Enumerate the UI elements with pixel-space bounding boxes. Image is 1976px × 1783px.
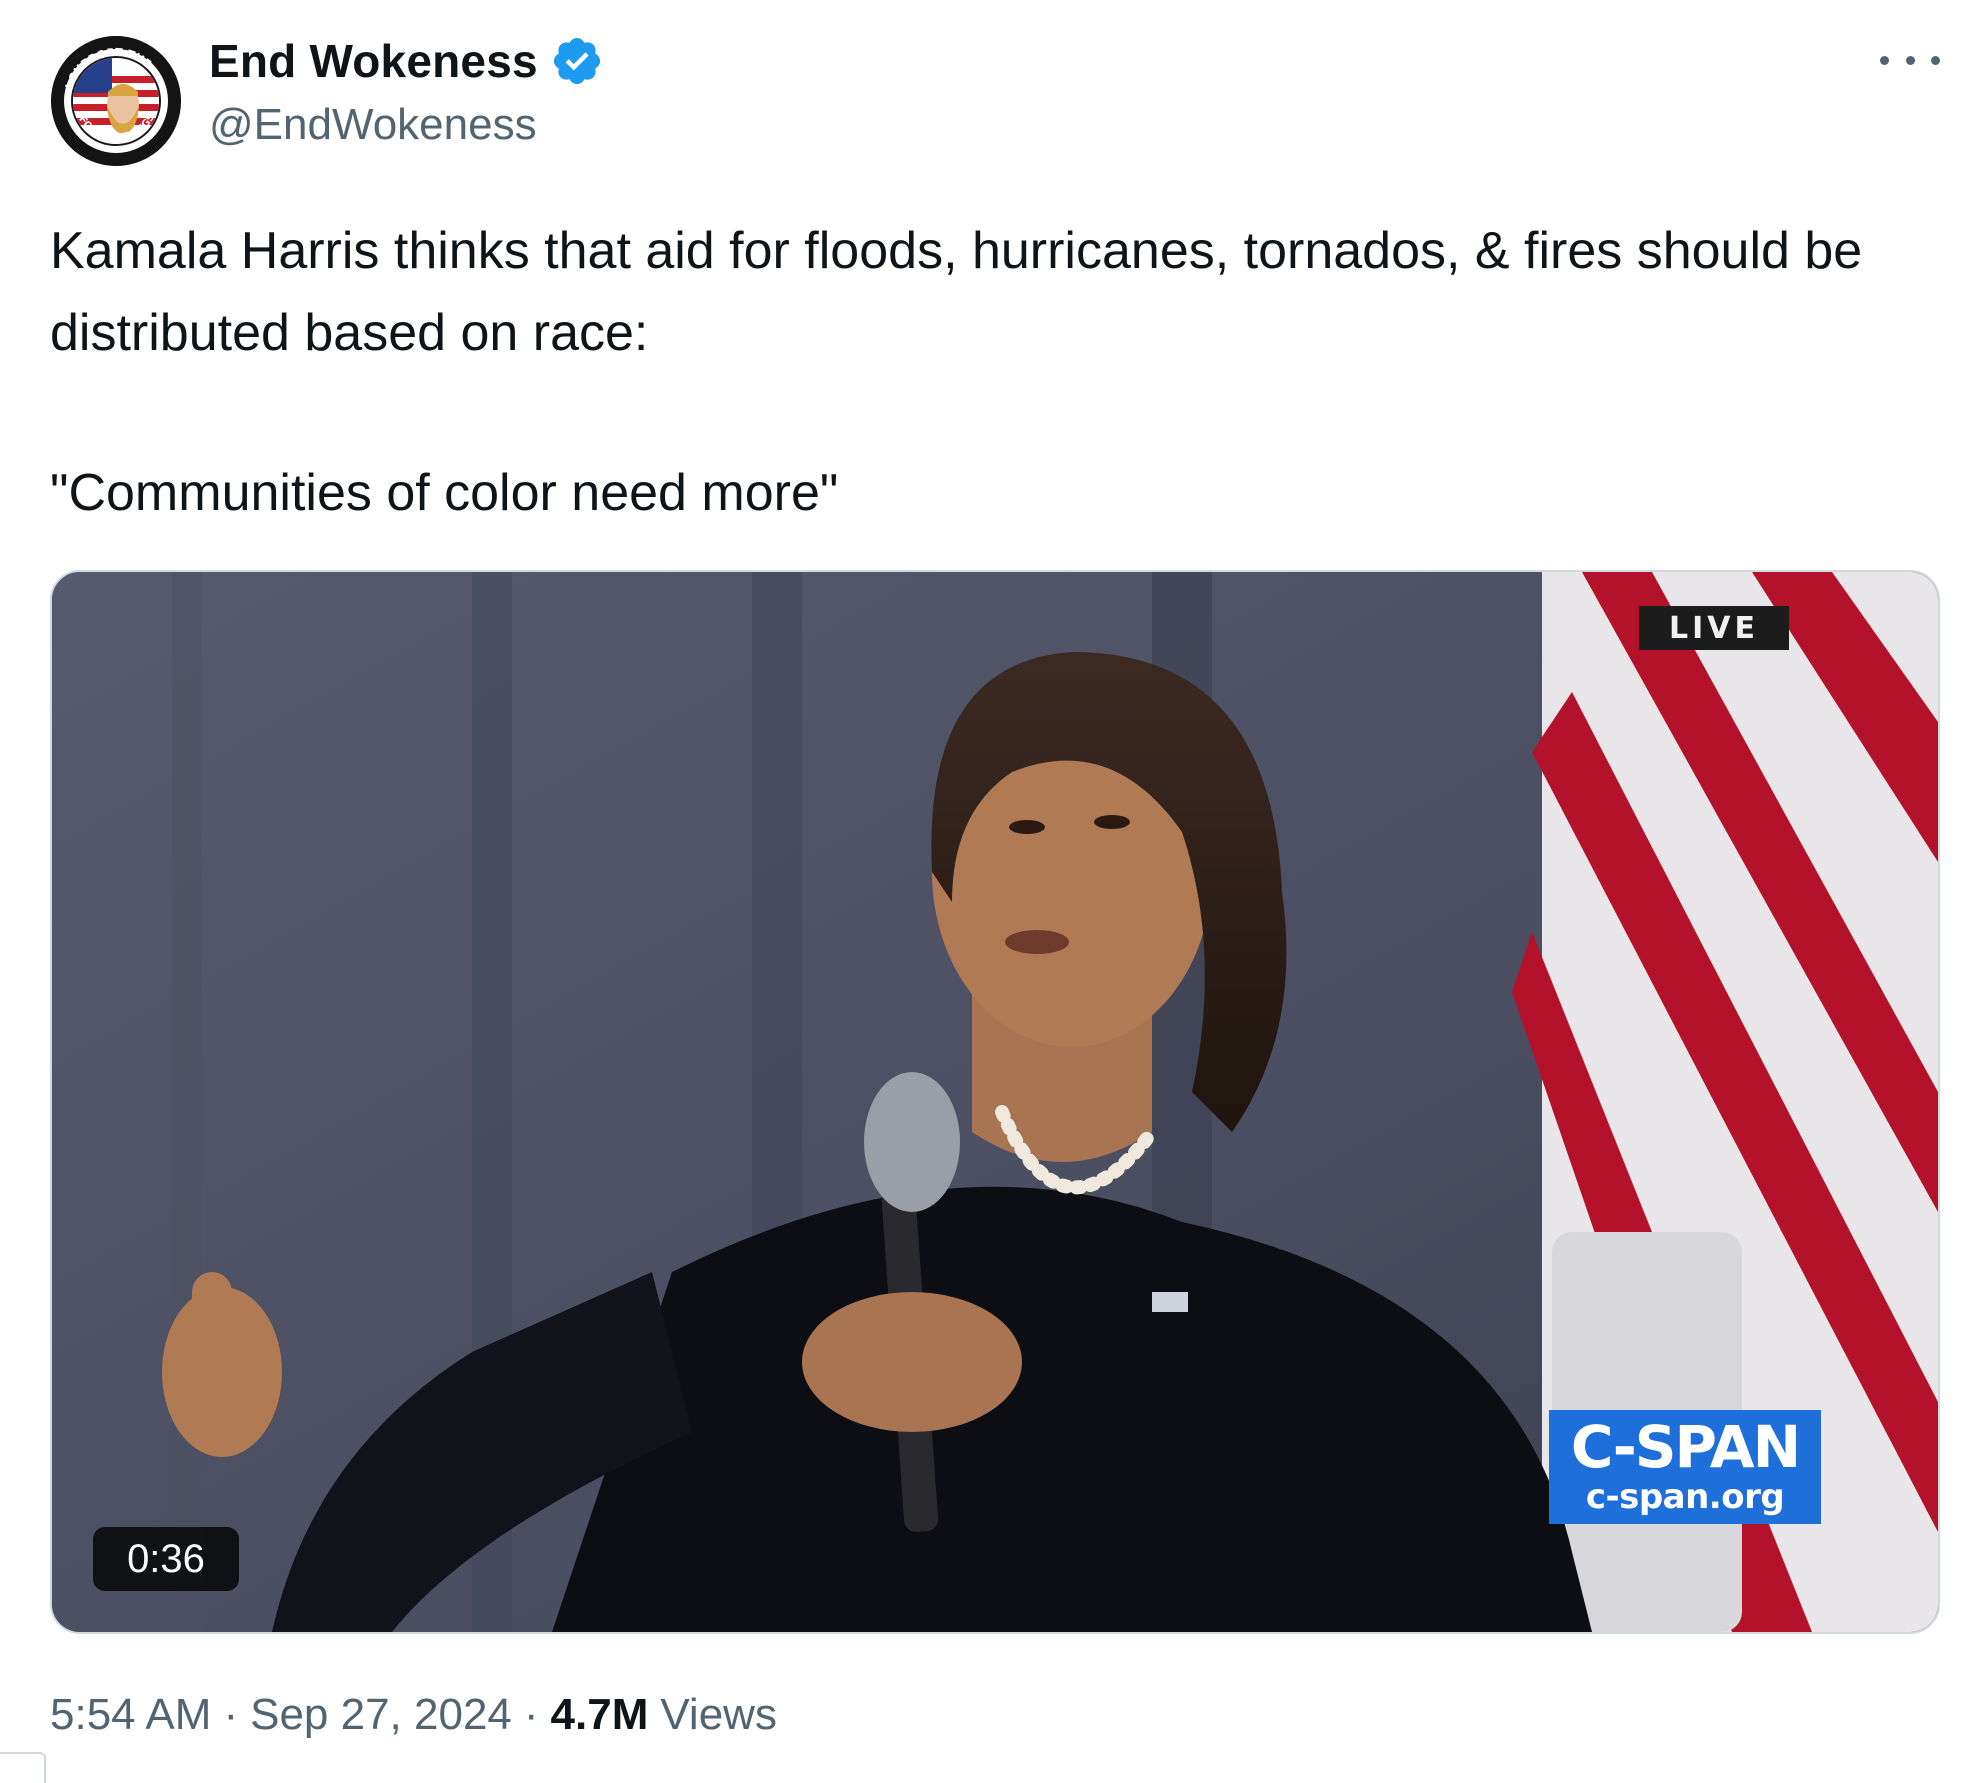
tweet-quote-line: "Communities of color need more" bbox=[50, 464, 839, 522]
tweet: I SUPPORT THE FORMER THINGS End Wokeness… bbox=[0, 0, 1976, 1783]
more-dot bbox=[1931, 55, 1940, 65]
video-player[interactable]: LIVE C-SPAN c-span.org 0:36 bbox=[50, 570, 1940, 1634]
separator-dot: · bbox=[223, 1690, 239, 1739]
tweet-text: Kamala Harris thinks that aid for floods… bbox=[50, 210, 1930, 534]
network-watermark: C-SPAN c-span.org bbox=[1549, 1410, 1821, 1524]
network-url: c-span.org bbox=[1585, 1477, 1785, 1517]
network-logo: C-SPAN bbox=[1570, 1413, 1801, 1481]
tweet-date[interactable]: Sep 27, 2024 bbox=[250, 1690, 512, 1740]
separator-dot: · bbox=[523, 1690, 539, 1739]
more-dot bbox=[1905, 55, 1915, 65]
tweet-time[interactable]: 5:54 AM bbox=[50, 1690, 211, 1740]
tweet-text-line: Kamala Harris thinks that aid for floods… bbox=[50, 222, 1863, 362]
more-horizontal-icon[interactable] bbox=[1880, 42, 1940, 78]
corner-tab bbox=[0, 1752, 46, 1783]
views-count[interactable]: 4.7M bbox=[551, 1690, 649, 1740]
video-duration: 0:36 bbox=[93, 1527, 239, 1591]
author-name-row[interactable]: End Wokeness bbox=[209, 30, 604, 92]
more-dot bbox=[1880, 55, 1889, 65]
display-name[interactable]: End Wokeness bbox=[209, 34, 538, 88]
avatar-image: I SUPPORT THE FORMER THINGS bbox=[51, 36, 181, 166]
avatar[interactable]: I SUPPORT THE FORMER THINGS bbox=[51, 36, 181, 166]
author-handle[interactable]: @EndWokeness bbox=[209, 100, 537, 150]
verified-badge-icon[interactable] bbox=[550, 34, 604, 88]
views-label: Views bbox=[660, 1690, 777, 1739]
live-badge: LIVE bbox=[1639, 606, 1789, 650]
tweet-meta: 5:54 AM · Sep 27, 2024 · 4.7M Views bbox=[50, 1690, 777, 1740]
